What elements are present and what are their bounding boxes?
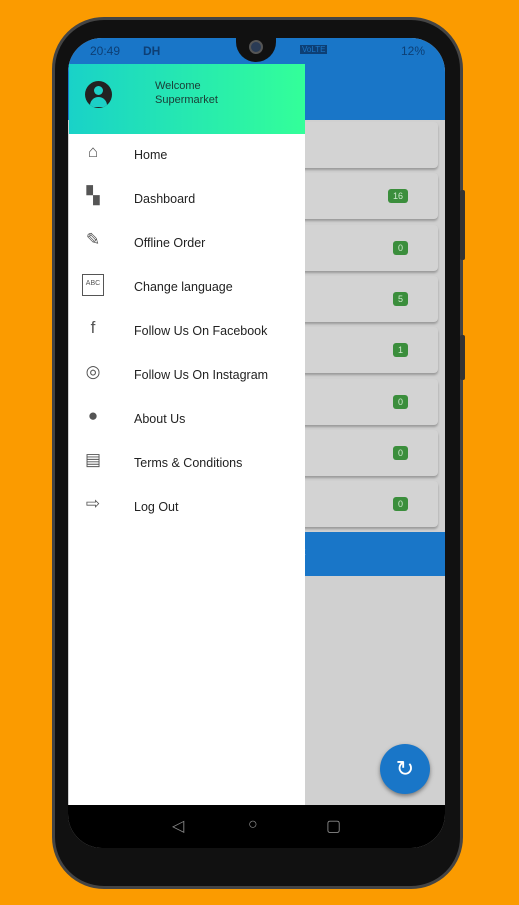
system-nav-bar: ◁ ○ ▢ (68, 805, 445, 848)
document-chart-icon: ▤ (84, 450, 102, 469)
back-icon[interactable]: ◁ (172, 816, 184, 836)
drawer-item-label: Dashboard (134, 192, 196, 206)
instagram-icon: ◎ (85, 362, 101, 381)
drawer-item-label: Change language (134, 280, 233, 294)
drawer-item-follow-us-on-facebook[interactable]: f Follow Us On Facebook (69, 310, 305, 354)
volume-button (460, 190, 465, 260)
person-icon: ● (87, 406, 99, 425)
abc-icon: ABC (82, 274, 104, 296)
drawer-item-label: Follow Us On Facebook (134, 324, 268, 338)
drawer-item-label: Log Out (134, 500, 179, 514)
drawer-header: Welcome Supermarket (69, 64, 305, 134)
edit-icon: ✎ (85, 230, 101, 249)
power-button (460, 335, 465, 380)
avatar (85, 81, 112, 108)
drawer-item-label: About Us (134, 412, 186, 426)
network-badge: VoLTE (300, 45, 328, 54)
battery-level: 12% (400, 44, 425, 58)
status-time: 20:49 (90, 44, 121, 58)
count-badge: 0 (392, 394, 408, 409)
drawer-item-dashboard[interactable]: ▚ Dashboard (69, 178, 305, 222)
welcome-text: Welcome (155, 80, 201, 92)
drawer-item-terms-conditions[interactable]: ▤ Terms & Conditions (69, 442, 305, 486)
drawer-item-label: Terms & Conditions (134, 456, 243, 470)
drawer-item-label: Home (134, 148, 168, 162)
refresh-button[interactable]: ↻ (380, 744, 430, 794)
drawer-item-label: Offline Order (134, 236, 206, 250)
dashboard-icon: ▚ (86, 186, 100, 205)
user-name: Supermarket (155, 94, 218, 106)
camera-icon (249, 40, 263, 54)
logout-icon: ⇨ (85, 494, 101, 513)
count-badge: 16 (387, 189, 408, 204)
drawer-item-home[interactable]: ⌂ Home (69, 134, 305, 178)
drawer-item-offline-order[interactable]: ✎ Offline Order (69, 222, 305, 266)
drawer-item-follow-us-on-instagram[interactable]: ◎ Follow Us On Instagram (69, 354, 305, 398)
drawer-item-change-language[interactable]: ABC Change language (69, 266, 305, 310)
navigation-drawer: Welcome Supermarket ⌂ Home ▚ Dashboard ✎ Offli… (69, 64, 305, 805)
status-indicator: DH (143, 44, 161, 58)
refresh-icon: ↻ (395, 756, 415, 781)
facebook-icon: f (90, 318, 96, 337)
count-badge: 0 (392, 240, 408, 255)
screen: 16051000 R ↻ WelcomeSupermarket ⌂Home▚Da… (68, 38, 445, 848)
home-icon: ⌂ (87, 142, 99, 161)
drawer-item-log-out[interactable]: ⇨ Log Out (69, 486, 305, 530)
count-badge: 1 (392, 343, 408, 358)
count-badge: 5 (392, 291, 408, 306)
drawer-item-about-us[interactable]: ● About Us (69, 398, 305, 442)
count-badge: 0 (392, 445, 408, 460)
home-nav-icon[interactable]: ○ (248, 816, 258, 834)
drawer-item-label: Follow Us On Instagram (134, 368, 269, 382)
count-badge: 0 (392, 497, 408, 512)
recents-icon[interactable]: ▢ (326, 816, 341, 836)
